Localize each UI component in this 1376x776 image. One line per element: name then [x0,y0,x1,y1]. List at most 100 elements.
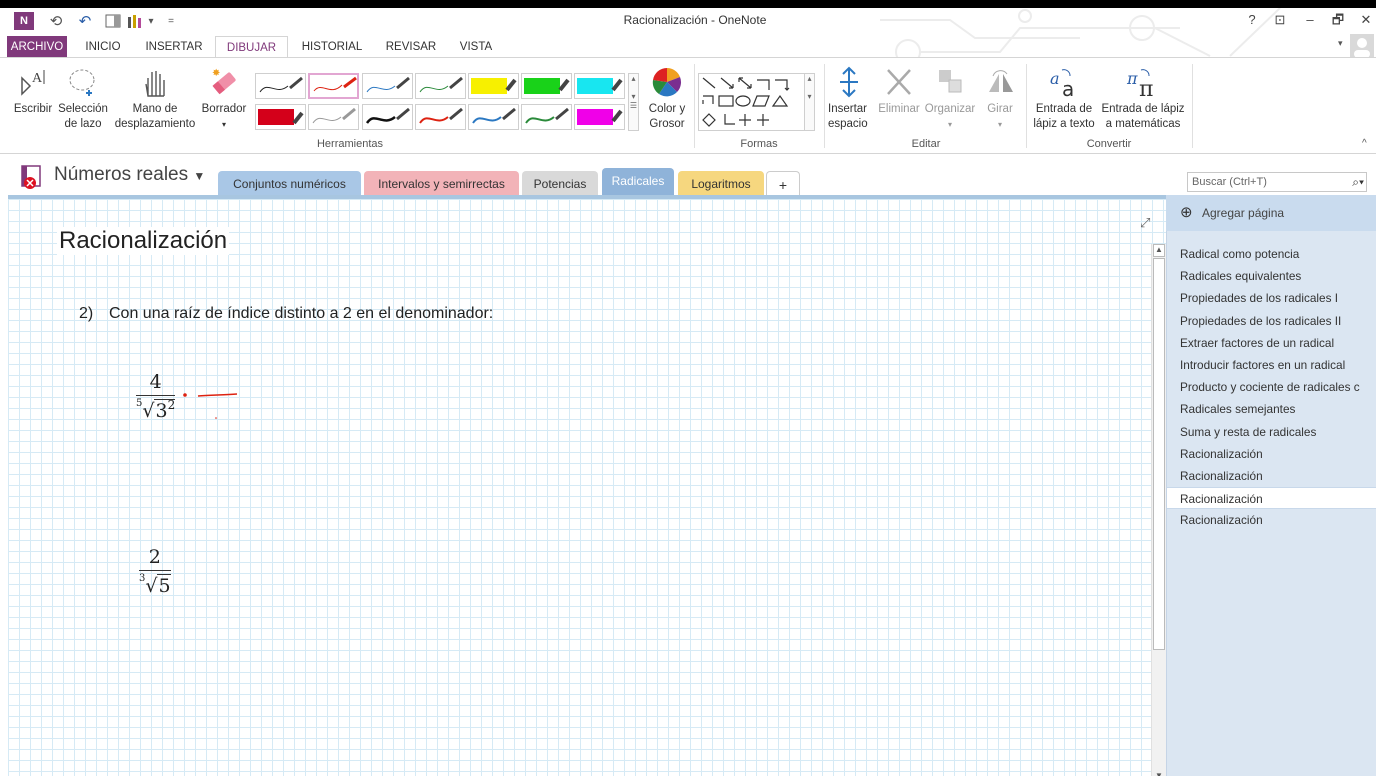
organizar-dropdown-icon[interactable]: ▾ [948,120,952,129]
pen-green-thin[interactable] [415,73,466,99]
eraser-button[interactable]: ✸ Borrador ▾ [198,66,250,132]
tab-archivo[interactable]: ARCHIVO [7,36,67,58]
expand-page-icon[interactable]: ⤢ [1140,215,1150,231]
shapes-gallery[interactable] [698,73,808,131]
section-tab-intervalos[interactable]: Intervalos y semirrectas [364,171,519,195]
page-list-item[interactable]: Propiedades de los radicales II [1167,310,1376,332]
radicand-exponent: 2 [167,398,176,412]
ink-to-math-button[interactable]: ππ Entrada de lápiz a matemáticas [1098,66,1188,132]
restore-button[interactable]: 🗗 [1326,10,1350,30]
pen-red-thin-selected[interactable] [308,73,359,99]
svg-text:π: π [1126,69,1138,88]
notebook-dropdown-icon[interactable]: ▼ [193,169,205,183]
account-dropdown-icon[interactable]: ▾ [1338,38,1343,49]
page-list-item[interactable]: Racionalización [1167,509,1376,531]
fraction-bar [139,570,171,571]
notebook-name[interactable]: Números reales ▼ [54,164,205,186]
page-list-item[interactable]: Radicales equivalentes [1167,265,1376,287]
close-button[interactable]: ✕ [1354,10,1376,30]
entrada-mate-line1: Entrada de lápiz [1101,103,1185,115]
pan-hand-button[interactable]: Mano de desplazamiento [112,66,198,132]
collapse-ribbon-icon[interactable]: ^ [1362,138,1367,149]
shapes-gallery-scroll[interactable]: ▴ ▾ [804,73,815,131]
highlighter-green[interactable] [521,73,572,99]
page-canvas[interactable]: Racionalización 2) Con una raíz de índice… [8,195,1166,776]
tab-revisar[interactable]: REVISAR [380,36,442,58]
page-list-item[interactable]: Radicales semejantes [1167,398,1376,420]
girar-dropdown-icon[interactable]: ▾ [998,120,1002,129]
page-title[interactable]: Racionalización [57,227,230,255]
highlighter-magenta[interactable] [574,104,625,130]
red-ink-stroke[interactable] [180,385,250,425]
list-item[interactable]: 2) Con una raíz de índice distinto a 2 en… [79,305,493,323]
pen-gallery-scroll[interactable]: ▴ ▾ ☰ [628,73,639,131]
pen-gray-thin[interactable] [308,104,359,130]
highlighter-yellow[interactable] [468,73,519,99]
tab-vista[interactable]: VISTA [452,36,500,58]
help-button[interactable]: ? [1240,10,1264,30]
delete-button[interactable]: Eliminar [876,66,922,117]
search-icon[interactable]: ⌕▾ [1352,173,1364,191]
section-tab-conjuntos[interactable]: Conjuntos numéricos [218,171,361,195]
page-list-item[interactable]: Racionalización [1167,487,1376,510]
separator [694,64,695,148]
scroll-down-icon[interactable]: ▼ [1153,771,1165,776]
highlighter-cyan[interactable] [574,73,625,99]
fraction1-numerator: 4 [149,371,162,393]
search-input[interactable]: Buscar (Ctrl+T) ⌕▾ [1187,172,1367,192]
insert-space-button[interactable]: Insertar espacio [828,66,874,132]
page-list-item[interactable]: Suma y resta de radicales [1167,421,1376,443]
ink-to-text-button[interactable]: aa Entrada de lápiz a texto [1030,66,1098,132]
fraction-2-over-cuberoot-5[interactable]: 2 3√5 [139,546,171,597]
pen-green-thick[interactable] [521,104,572,130]
mano-line1: Mano de [132,103,178,115]
page-list-item[interactable]: Radical como potencia [1167,243,1376,265]
svg-text:π: π [1139,77,1153,98]
tab-historial[interactable]: HISTORIAL [296,36,368,58]
ribbon-draw: A Escribir Selección de lazo Mano de des… [0,57,1376,154]
pen-black-thick[interactable] [362,104,413,130]
shapes-icons [702,77,790,127]
scroll-thumb[interactable] [1153,258,1165,650]
onenote-window: N ⟲ ↶ ▾ = Racionalización - OneNote ? ⊡ [0,8,1376,776]
page-list-item[interactable]: Extraer factores de un radical [1167,332,1376,354]
page-list-item[interactable]: Propiedades de los radicales I [1167,287,1376,309]
section-tab-radicales[interactable]: Radicales [602,168,674,196]
fraction-4-over-root5-of-3sq[interactable]: 4 5√32 [136,371,176,422]
tab-inicio[interactable]: INICIO [78,36,128,58]
pen-blue-thick[interactable] [468,104,519,130]
eraser-icon: ✸ [212,68,236,95]
title-bar: N ⟲ ↶ ▾ = Racionalización - OneNote ? ⊡ [0,8,1376,65]
arrange-button[interactable]: Organizar ▾ [924,66,976,132]
page-list-item[interactable]: Racionalización [1167,443,1376,465]
lasso-select-button[interactable]: Selección de lazo [56,66,110,132]
avatar[interactable] [1350,34,1374,58]
section-tab-potencias[interactable]: Potencias [522,171,598,195]
pen-red-thick[interactable] [415,104,466,130]
svg-text:a: a [1050,69,1060,88]
pen-black-thin[interactable] [255,73,306,99]
fraction-bar [136,395,176,396]
borrador-dropdown-icon[interactable]: ▾ [222,120,226,129]
notebook-icon[interactable] [20,164,48,195]
page-list-item[interactable]: Producto y cociente de radicales c [1167,376,1376,398]
color-wheel-icon [652,67,682,97]
svg-text:a: a [1062,77,1074,98]
rotate-button[interactable]: Girar ▾ [980,66,1020,132]
page-list-item[interactable]: Racionalización [1167,465,1376,487]
tab-insertar[interactable]: INSERTAR [140,36,208,58]
minimize-button[interactable]: – [1298,10,1322,30]
root-index: 3 [139,573,146,584]
escribir-button[interactable]: A Escribir [10,66,56,117]
scroll-up-icon[interactable]: ▲ [1153,244,1165,257]
add-page-button[interactable]: ⊕ Agregar página [1166,195,1376,231]
ribbon-display-button[interactable]: ⊡ [1268,10,1292,30]
page-list-item[interactable]: Introducir factores en un radical [1167,354,1376,376]
add-section-button[interactable]: + [766,171,800,195]
page-scrollbar[interactable]: ▲ ▼ [1151,244,1166,776]
highlighter-red[interactable] [255,104,306,130]
color-thickness-button[interactable]: Color y Grosor [644,66,690,132]
item-text: Con una raíz de índice distinto a 2 en e… [109,305,494,322]
pen-blue-thin[interactable] [362,73,413,99]
section-tab-logaritmos[interactable]: Logaritmos [678,171,764,195]
